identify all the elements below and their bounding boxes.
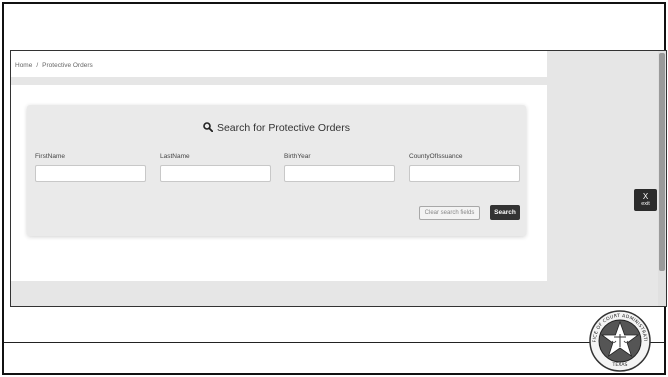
scrollbar[interactable] — [658, 51, 666, 306]
main-panel: Search for Protective Orders FirstName L… — [11, 85, 547, 281]
first-name-label: FirstName — [35, 153, 65, 160]
last-name-label: LastName — [160, 153, 190, 160]
birth-year-field: BirthYear — [284, 153, 395, 182]
court-administration-seal: OFFICE OF COURT ADMINISTRATION TEXAS — [588, 309, 651, 372]
search-card-title-text: Search for Protective Orders — [216, 122, 351, 134]
search-icon — [203, 122, 213, 132]
search-card: Search for Protective Orders FirstName L… — [27, 105, 526, 236]
breadcrumb-home-link[interactable]: Home — [15, 62, 32, 69]
birth-year-label: BirthYear — [284, 153, 311, 160]
clear-search-fields-button[interactable]: Clear search fields — [419, 206, 480, 220]
exit-button[interactable]: X exit — [634, 189, 657, 211]
breadcrumb-separator: / — [36, 62, 39, 69]
embedded-browser-view: Home / Protective Orders Search for Protec… — [10, 50, 667, 307]
search-button[interactable]: Search — [490, 205, 520, 220]
breadcrumb-current: Protective Orders — [42, 62, 93, 69]
county-of-issuance-input[interactable] — [409, 165, 520, 182]
first-name-input[interactable] — [35, 165, 146, 182]
seal-state-text: TEXAS — [612, 362, 628, 368]
first-name-field: FirstName — [35, 153, 146, 182]
exit-label: exit — [641, 201, 650, 207]
last-name-field: LastName — [160, 153, 271, 182]
county-of-issuance-field: CountyOfIssuance — [409, 153, 520, 182]
county-of-issuance-label: CountyOfIssuance — [409, 153, 463, 160]
search-card-title: Search for Protective Orders — [27, 122, 526, 134]
scrollbar-thumb[interactable] — [659, 53, 665, 271]
footer-divider — [4, 342, 664, 343]
last-name-input[interactable] — [160, 165, 271, 182]
birth-year-input[interactable] — [284, 165, 395, 182]
close-icon: X — [642, 192, 649, 201]
breadcrumb: Home / Protective Orders — [11, 51, 547, 77]
